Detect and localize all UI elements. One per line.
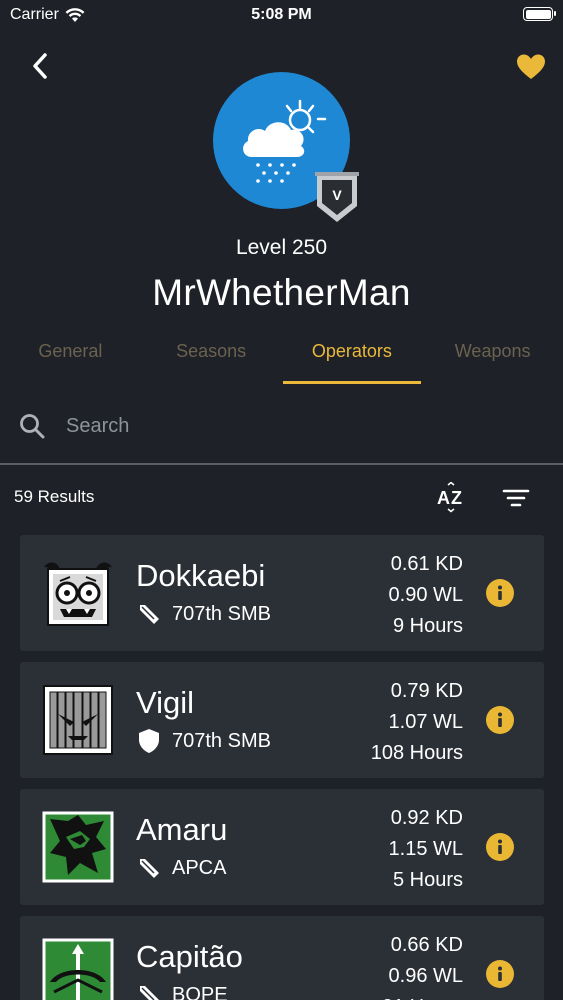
svg-text:A: A (437, 488, 450, 508)
operator-stats: 0.66 KD 0.96 WL 21 Hours (382, 930, 463, 1000)
vigil-operator-icon (43, 685, 113, 755)
operator-unit-label: 707th SMB (172, 602, 271, 625)
attack-sword-icon (136, 855, 162, 881)
capitao-operator-icon (42, 938, 114, 1000)
filter-icon (502, 489, 530, 507)
filter-button[interactable] (498, 484, 534, 512)
operator-list: Dokkaebi 707th SMB 0.61 KD 0.90 WL 9 Hou… (20, 535, 544, 1000)
operator-unit: BOPE (136, 982, 228, 1000)
operator-wl: 0.90 WL (388, 584, 463, 606)
defense-shield-icon (136, 728, 162, 754)
operator-name: Capitão (136, 939, 243, 974)
tab-bar: General Seasons Operators Weapons (0, 330, 563, 384)
operator-unit: APCA (136, 855, 226, 881)
svg-text:Z: Z (451, 488, 462, 508)
rank-badge-letter: V (332, 187, 342, 203)
operator-hours: 21 Hours (382, 992, 463, 1000)
heart-icon (517, 54, 545, 79)
tab-weapons[interactable]: Weapons (422, 330, 563, 384)
operator-name: Amaru (136, 812, 228, 847)
operator-unit: 707th SMB (136, 601, 271, 627)
rank-badge: V (315, 172, 359, 222)
info-icon (498, 966, 502, 981)
chevron-left-icon (33, 53, 47, 79)
info-button[interactable] (486, 579, 514, 607)
sort-az-icon: A Z (437, 481, 462, 513)
operator-stats: 0.92 KD 1.15 WL 5 Hours (389, 803, 463, 896)
results-bar: 59 Results A Z (0, 480, 563, 516)
info-button[interactable] (486, 833, 514, 861)
tab-general[interactable]: General (0, 330, 141, 384)
tab-seasons[interactable]: Seasons (141, 330, 282, 384)
attack-sword-icon (136, 601, 162, 627)
operator-kd: 0.92 KD (390, 807, 463, 829)
operator-unit-label: APCA (172, 856, 227, 879)
operator-stats: 0.61 KD 0.90 WL 9 Hours (389, 549, 463, 642)
amaru-operator-icon (42, 811, 114, 883)
operator-hours: 9 Hours (392, 615, 463, 637)
info-icon (498, 712, 502, 727)
operator-name: Vigil (136, 685, 195, 720)
operator-kd: 0.66 KD (390, 934, 463, 956)
operator-wl: 1.15 WL (388, 838, 463, 860)
operator-hours: 108 Hours (370, 742, 463, 764)
operator-name: Dokkaebi (136, 558, 266, 593)
results-count: 59 Results (14, 487, 95, 506)
username: MrWhetherMan (152, 272, 411, 313)
battery-icon (523, 7, 556, 21)
clock: 5:08 PM (251, 6, 312, 23)
operator-card-vigil[interactable]: Vigil 707th SMB 0.79 KD 1.07 WL 108 Hour… (20, 662, 544, 778)
operator-unit-label: 707th SMB (172, 729, 271, 752)
search-icon (20, 414, 45, 439)
status-bar: Carrier 5:08 PM (0, 0, 563, 30)
back-button[interactable] (22, 48, 58, 84)
operator-stats: 0.79 KD 1.07 WL 108 Hours (371, 676, 463, 769)
operator-kd: 0.61 KD (390, 553, 463, 575)
search-input[interactable] (66, 410, 526, 442)
operator-wl: 0.96 WL (388, 965, 463, 987)
operator-wl: 1.07 WL (388, 711, 463, 733)
info-button[interactable] (486, 706, 514, 734)
operator-kd: 0.79 KD (390, 680, 463, 702)
operator-hours: 5 Hours (392, 869, 463, 891)
operator-card-dokkaebi[interactable]: Dokkaebi 707th SMB 0.61 KD 0.90 WL 9 Hou… (20, 535, 544, 651)
player-level: Level 250 (235, 236, 328, 259)
operator-unit-label: BOPE (172, 983, 228, 1000)
attack-sword-icon (136, 982, 162, 1000)
info-button[interactable] (486, 960, 514, 988)
info-icon (498, 585, 502, 600)
sort-az-button[interactable]: A Z (434, 481, 470, 514)
search-bar (0, 400, 563, 450)
tab-operators[interactable]: Operators (282, 330, 423, 384)
dokkaebi-operator-icon (44, 562, 112, 626)
favorite-button[interactable] (513, 48, 549, 84)
operator-unit: 707th SMB (136, 728, 271, 754)
info-icon (498, 839, 502, 854)
divider (0, 463, 563, 465)
operator-card-amaru[interactable]: Amaru APCA 0.92 KD 1.15 WL 5 Hours (20, 789, 544, 905)
operator-card-capitao[interactable]: Capitão BOPE 0.66 KD 0.96 WL 21 Hours (20, 916, 544, 1000)
